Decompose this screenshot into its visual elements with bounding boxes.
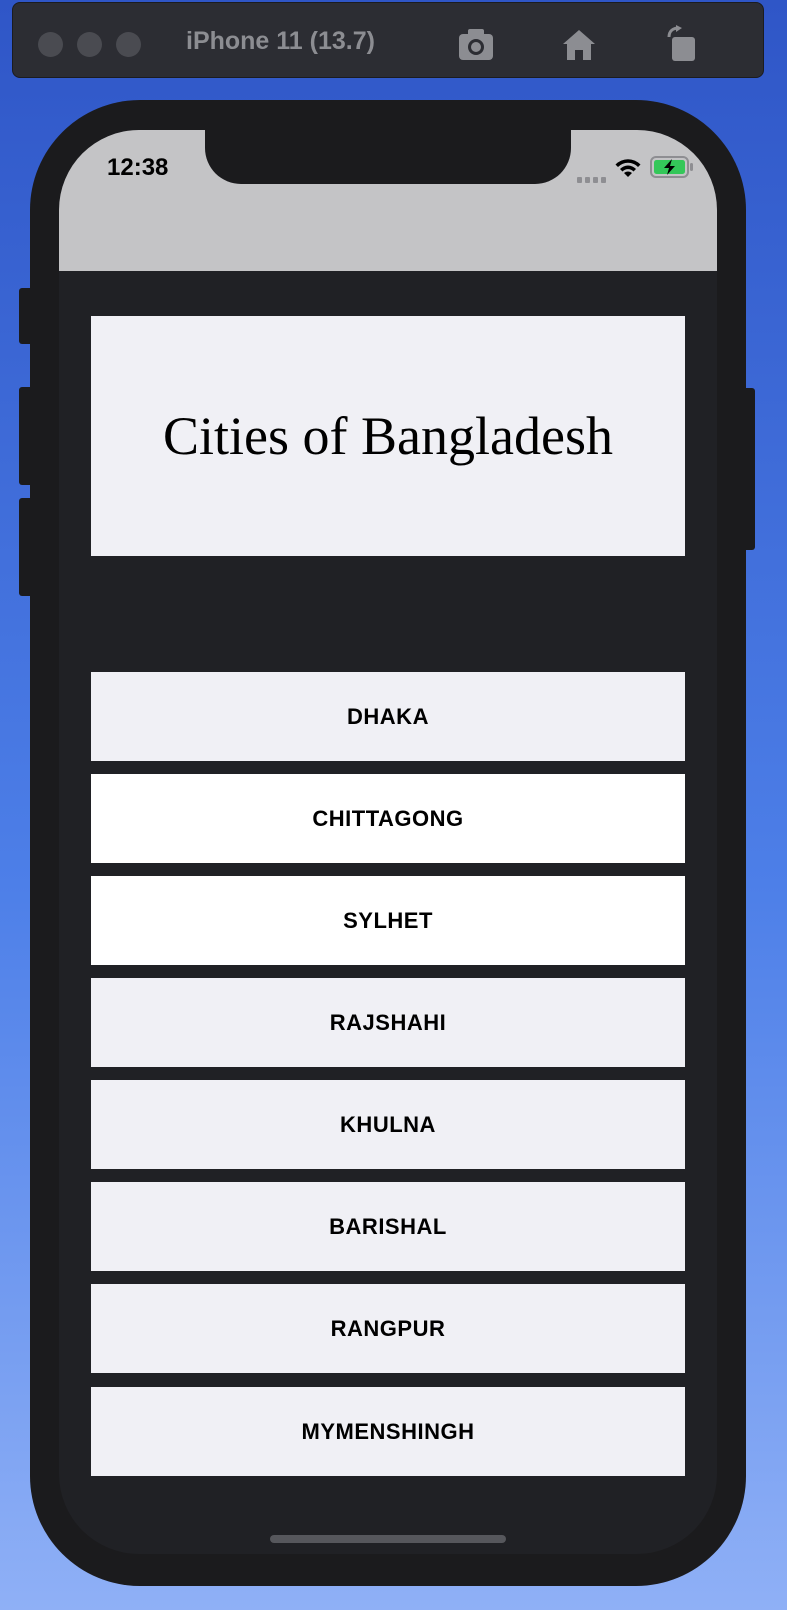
page-title: Cities of Bangladesh <box>163 406 613 466</box>
title-card: Cities of Bangladesh <box>91 316 685 556</box>
home-indicator[interactable] <box>270 1535 506 1543</box>
wifi-icon <box>614 157 642 184</box>
city-button-chittagong[interactable]: CHITTAGONG <box>91 774 685 863</box>
city-button-khulna[interactable]: KHULNA <box>91 1080 685 1169</box>
device-screen: 12:38 Cities of Bangladesh DHAKA CHITTAG… <box>59 130 717 1554</box>
city-button-rangpur[interactable]: RANGPUR <box>91 1284 685 1373</box>
close-window-button[interactable] <box>38 32 63 57</box>
home-icon[interactable] <box>559 25 599 65</box>
rotate-icon[interactable] <box>661 25 701 65</box>
city-button-rajshahi[interactable]: RAJSHAHI <box>91 978 685 1067</box>
city-button-barishal[interactable]: BARISHAL <box>91 1182 685 1271</box>
cellular-signal-icon <box>577 170 607 188</box>
city-button-sylhet[interactable]: SYLHET <box>91 876 685 965</box>
status-time: 12:38 <box>107 154 169 181</box>
zoom-window-button[interactable] <box>116 32 141 57</box>
simulator-toolbar: iPhone 11 (13.7) <box>12 2 764 78</box>
city-button-dhaka[interactable]: DHAKA <box>91 672 685 761</box>
simulator-title: iPhone 11 (13.7) <box>186 27 375 55</box>
city-button-mymenshingh[interactable]: MYMENSHINGH <box>91 1387 685 1476</box>
notch <box>205 130 571 184</box>
screenshot-icon[interactable] <box>456 25 496 65</box>
minimize-window-button[interactable] <box>77 32 102 57</box>
battery-charging-icon <box>650 156 694 183</box>
